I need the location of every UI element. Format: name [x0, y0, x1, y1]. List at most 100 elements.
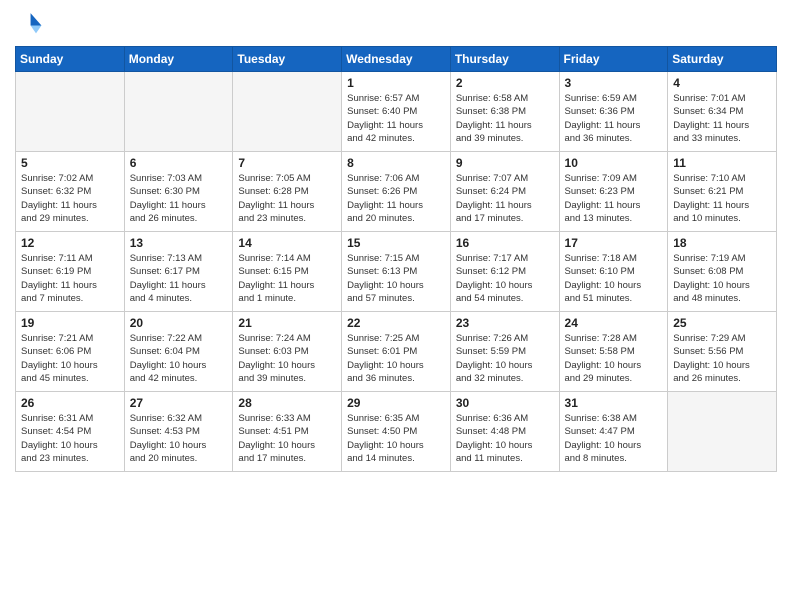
- calendar-cell: 15 Sunrise: 7:15 AM Sunset: 6:13 PM Dayli…: [342, 232, 451, 312]
- day-number: 24: [565, 316, 663, 330]
- day-info: Sunrise: 7:02 AM Sunset: 6:32 PM Dayligh…: [21, 172, 119, 225]
- day-info: Sunrise: 6:57 AM Sunset: 6:40 PM Dayligh…: [347, 92, 445, 145]
- day-info: Sunrise: 6:58 AM Sunset: 6:38 PM Dayligh…: [456, 92, 554, 145]
- day-number: 23: [456, 316, 554, 330]
- calendar-cell: 23 Sunrise: 7:26 AM Sunset: 5:59 PM Dayli…: [450, 312, 559, 392]
- day-info: Sunrise: 6:32 AM Sunset: 4:53 PM Dayligh…: [130, 412, 228, 465]
- day-number: 2: [456, 76, 554, 90]
- calendar-cell: 20 Sunrise: 7:22 AM Sunset: 6:04 PM Dayli…: [124, 312, 233, 392]
- calendar-cell: 22Sunrise: 7:25 AM Sunset: 6:01 PM Dayli…: [342, 312, 451, 392]
- calendar-week-row: 26 Sunrise: 6:31 AM Sunset: 4:54 PM Dayli…: [16, 392, 777, 472]
- day-number: 16: [456, 236, 554, 250]
- day-number: 4: [673, 76, 771, 90]
- day-number: 20: [130, 316, 228, 330]
- day-number: 18: [673, 236, 771, 250]
- day-info: Sunrise: 6:36 AM Sunset: 4:48 PM Dayligh…: [456, 412, 554, 465]
- weekday-header: Friday: [559, 47, 668, 72]
- calendar-cell: 10 Sunrise: 7:09 AM Sunset: 6:23 PM Dayli…: [559, 152, 668, 232]
- page: SundayMondayTuesdayWednesdayThursdayFrid…: [0, 0, 792, 612]
- calendar-cell: 25 Sunrise: 7:29 AM Sunset: 5:56 PM Dayli…: [668, 312, 777, 392]
- day-info: Sunrise: 7:05 AM Sunset: 6:28 PM Dayligh…: [238, 172, 336, 225]
- calendar-cell: 9 Sunrise: 7:07 AM Sunset: 6:24 PM Daylig…: [450, 152, 559, 232]
- calendar-cell: 6 Sunrise: 7:03 AM Sunset: 6:30 PM Daylig…: [124, 152, 233, 232]
- day-info: Sunrise: 7:17 AM Sunset: 6:12 PM Dayligh…: [456, 252, 554, 305]
- day-info: Sunrise: 6:31 AM Sunset: 4:54 PM Dayligh…: [21, 412, 119, 465]
- day-info: Sunrise: 7:13 AM Sunset: 6:17 PM Dayligh…: [130, 252, 228, 305]
- calendar-cell: 27 Sunrise: 6:32 AM Sunset: 4:53 PM Dayli…: [124, 392, 233, 472]
- day-info: Sunrise: 6:35 AM Sunset: 4:50 PM Dayligh…: [347, 412, 445, 465]
- calendar-cell: 28 Sunrise: 6:33 AM Sunset: 4:51 PM Dayli…: [233, 392, 342, 472]
- day-info: Sunrise: 7:26 AM Sunset: 5:59 PM Dayligh…: [456, 332, 554, 385]
- calendar-cell: 1 Sunrise: 6:57 AM Sunset: 6:40 PM Daylig…: [342, 72, 451, 152]
- calendar-cell: 18 Sunrise: 7:19 AM Sunset: 6:08 PM Dayli…: [668, 232, 777, 312]
- day-number: 29: [347, 396, 445, 410]
- day-info: Sunrise: 6:33 AM Sunset: 4:51 PM Dayligh…: [238, 412, 336, 465]
- day-info: Sunrise: 6:38 AM Sunset: 4:47 PM Dayligh…: [565, 412, 663, 465]
- day-info: Sunrise: 7:19 AM Sunset: 6:08 PM Dayligh…: [673, 252, 771, 305]
- day-number: 27: [130, 396, 228, 410]
- day-number: 10: [565, 156, 663, 170]
- calendar-cell: 19Sunrise: 7:21 AM Sunset: 6:06 PM Dayli…: [16, 312, 125, 392]
- logo: [15, 10, 47, 38]
- calendar-week-row: 1 Sunrise: 6:57 AM Sunset: 6:40 PM Daylig…: [16, 72, 777, 152]
- calendar-cell: [668, 392, 777, 472]
- day-info: Sunrise: 7:24 AM Sunset: 6:03 PM Dayligh…: [238, 332, 336, 385]
- calendar-cell: 31 Sunrise: 6:38 AM Sunset: 4:47 PM Dayli…: [559, 392, 668, 472]
- calendar-cell: 2 Sunrise: 6:58 AM Sunset: 6:38 PM Daylig…: [450, 72, 559, 152]
- calendar-week-row: 12 Sunrise: 7:11 AM Sunset: 6:19 PM Dayli…: [16, 232, 777, 312]
- day-number: 26: [21, 396, 119, 410]
- day-number: 31: [565, 396, 663, 410]
- day-number: 12: [21, 236, 119, 250]
- day-number: 25: [673, 316, 771, 330]
- logo-icon: [15, 10, 43, 38]
- calendar-cell: [16, 72, 125, 152]
- weekday-header: Tuesday: [233, 47, 342, 72]
- day-number: 7: [238, 156, 336, 170]
- calendar-cell: 17 Sunrise: 7:18 AM Sunset: 6:10 PM Dayli…: [559, 232, 668, 312]
- day-info: Sunrise: 7:18 AM Sunset: 6:10 PM Dayligh…: [565, 252, 663, 305]
- weekday-header: Saturday: [668, 47, 777, 72]
- day-info: Sunrise: 7:25 AM Sunset: 6:01 PM Dayligh…: [347, 332, 445, 385]
- calendar-cell: 24Sunrise: 7:28 AM Sunset: 5:58 PM Dayli…: [559, 312, 668, 392]
- day-number: 1: [347, 76, 445, 90]
- day-number: 30: [456, 396, 554, 410]
- calendar-cell: 14 Sunrise: 7:14 AM Sunset: 6:15 PM Dayli…: [233, 232, 342, 312]
- day-info: Sunrise: 7:14 AM Sunset: 6:15 PM Dayligh…: [238, 252, 336, 305]
- day-number: 15: [347, 236, 445, 250]
- day-info: Sunrise: 7:15 AM Sunset: 6:13 PM Dayligh…: [347, 252, 445, 305]
- day-info: Sunrise: 7:22 AM Sunset: 6:04 PM Dayligh…: [130, 332, 228, 385]
- header: [15, 10, 777, 38]
- calendar-cell: 11Sunrise: 7:10 AM Sunset: 6:21 PM Dayli…: [668, 152, 777, 232]
- day-number: 8: [347, 156, 445, 170]
- day-number: 28: [238, 396, 336, 410]
- day-number: 17: [565, 236, 663, 250]
- day-number: 11: [673, 156, 771, 170]
- day-number: 13: [130, 236, 228, 250]
- day-info: Sunrise: 7:01 AM Sunset: 6:34 PM Dayligh…: [673, 92, 771, 145]
- day-number: 9: [456, 156, 554, 170]
- calendar-week-row: 19Sunrise: 7:21 AM Sunset: 6:06 PM Dayli…: [16, 312, 777, 392]
- weekday-header: Monday: [124, 47, 233, 72]
- calendar-cell: 13 Sunrise: 7:13 AM Sunset: 6:17 PM Dayli…: [124, 232, 233, 312]
- day-number: 3: [565, 76, 663, 90]
- day-info: Sunrise: 7:03 AM Sunset: 6:30 PM Dayligh…: [130, 172, 228, 225]
- day-number: 6: [130, 156, 228, 170]
- calendar-cell: 21Sunrise: 7:24 AM Sunset: 6:03 PM Dayli…: [233, 312, 342, 392]
- weekday-header: Sunday: [16, 47, 125, 72]
- calendar-cell: 29 Sunrise: 6:35 AM Sunset: 4:50 PM Dayli…: [342, 392, 451, 472]
- day-number: 5: [21, 156, 119, 170]
- calendar-cell: 3Sunrise: 6:59 AM Sunset: 6:36 PM Daylig…: [559, 72, 668, 152]
- day-info: Sunrise: 7:07 AM Sunset: 6:24 PM Dayligh…: [456, 172, 554, 225]
- calendar-table: SundayMondayTuesdayWednesdayThursdayFrid…: [15, 46, 777, 472]
- day-info: Sunrise: 7:11 AM Sunset: 6:19 PM Dayligh…: [21, 252, 119, 305]
- day-info: Sunrise: 7:09 AM Sunset: 6:23 PM Dayligh…: [565, 172, 663, 225]
- day-info: Sunrise: 7:29 AM Sunset: 5:56 PM Dayligh…: [673, 332, 771, 385]
- calendar-cell: [124, 72, 233, 152]
- calendar-cell: 7 Sunrise: 7:05 AM Sunset: 6:28 PM Daylig…: [233, 152, 342, 232]
- day-number: 14: [238, 236, 336, 250]
- weekday-header-row: SundayMondayTuesdayWednesdayThursdayFrid…: [16, 47, 777, 72]
- calendar-cell: 12 Sunrise: 7:11 AM Sunset: 6:19 PM Dayli…: [16, 232, 125, 312]
- calendar-cell: 16 Sunrise: 7:17 AM Sunset: 6:12 PM Dayli…: [450, 232, 559, 312]
- calendar-cell: 8Sunrise: 7:06 AM Sunset: 6:26 PM Daylig…: [342, 152, 451, 232]
- calendar-cell: [233, 72, 342, 152]
